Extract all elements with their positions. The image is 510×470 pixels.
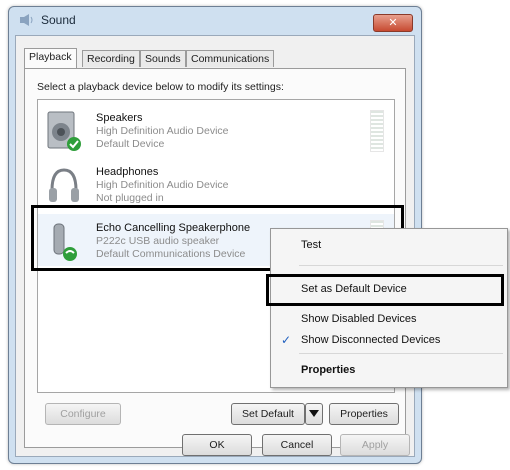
speaker-icon (46, 110, 82, 152)
title-bar: Sound ✕ (9, 7, 421, 33)
menu-item-test[interactable]: Test (301, 239, 321, 251)
properties-button[interactable]: Properties (329, 403, 399, 425)
cancel-button[interactable]: Cancel (262, 434, 332, 456)
window-title: Sound (41, 13, 76, 27)
menu-separator (299, 353, 503, 354)
menu-item-properties[interactable]: Properties (301, 364, 355, 376)
volume-meter (370, 110, 384, 152)
checkmark-icon: ✓ (281, 333, 292, 347)
menu-item-show-disconnected[interactable]: Show Disconnected Devices (301, 334, 440, 346)
close-button[interactable]: ✕ (373, 14, 413, 32)
tab-sounds[interactable]: Sounds (140, 50, 186, 67)
menu-separator (299, 265, 503, 266)
instruction-text: Select a playback device below to modify… (37, 81, 284, 93)
headphones-icon (46, 164, 82, 206)
ok-button[interactable]: OK (182, 434, 252, 456)
set-default-button[interactable]: Set Default (231, 403, 305, 425)
apply-button[interactable]: Apply (340, 434, 410, 456)
tab-communications[interactable]: Communications (186, 50, 275, 67)
menu-highlight-box (266, 274, 504, 306)
device-item-headphones[interactable]: Headphones High Definition Audio Device … (38, 158, 394, 210)
set-default-dropdown[interactable] (305, 403, 323, 425)
device-item-speakers[interactable]: Speakers High Definition Audio Device De… (38, 104, 394, 156)
device-name: Headphones (96, 166, 159, 178)
device-description: High Definition Audio Device (96, 125, 229, 137)
device-status: Default Device (96, 138, 165, 150)
speaker-app-icon (19, 13, 35, 27)
device-description: High Definition Audio Device (96, 179, 229, 191)
context-menu: Test Set as Default Device Show Disabled… (270, 228, 508, 388)
tab-playback[interactable]: Playback (24, 48, 77, 68)
device-name: Speakers (96, 112, 143, 124)
configure-button[interactable]: Configure (45, 403, 121, 425)
device-status: Not plugged in (96, 192, 164, 204)
tab-recording[interactable]: Recording (82, 50, 140, 67)
default-check-icon (67, 137, 81, 151)
menu-item-show-disabled[interactable]: Show Disabled Devices (301, 313, 417, 325)
chevron-down-icon (309, 410, 319, 417)
